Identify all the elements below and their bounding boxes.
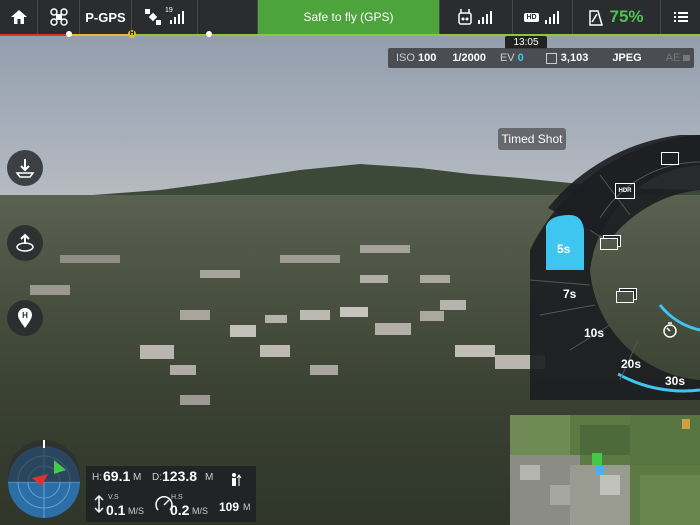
svg-text:H: H: [22, 311, 28, 320]
lock-icon: [683, 55, 691, 61]
vertical-speed-label: V.S: [108, 494, 119, 501]
altitude-value: 109: [219, 500, 240, 514]
horizontal-speed-unit: M/S: [192, 506, 209, 516]
hd-signal-bars-icon: [544, 11, 559, 24]
battery-percent: 75%: [609, 7, 644, 26]
drone-icon: [49, 8, 68, 26]
auto-takeoff-button[interactable]: [7, 150, 43, 186]
distance-label: D:: [152, 472, 162, 483]
ev-label: EV: [499, 52, 515, 64]
single-shot-icon[interactable]: [661, 152, 679, 165]
home-point-button[interactable]: H: [7, 300, 43, 336]
distance-unit: M: [205, 472, 214, 483]
battery-status[interactable]: 75%: [573, 0, 661, 34]
flight-status[interactable]: Safe to fly (GPS): [258, 0, 440, 34]
gps-status[interactable]: 19: [132, 0, 198, 34]
satellite-icon: [144, 9, 161, 25]
height-label: H:: [92, 472, 102, 483]
burst-icon[interactable]: [600, 238, 618, 250]
takeoff-icon: [15, 159, 35, 178]
timer-icon[interactable]: [662, 322, 678, 338]
ev-value: 0: [517, 52, 524, 64]
storage-icon: [545, 52, 557, 64]
person-altitude-icon: [232, 473, 242, 486]
rc-signal-bars-icon: [478, 11, 492, 24]
vertical-speed-unit: M/S: [128, 506, 145, 516]
iso-value: 100: [417, 52, 437, 64]
horizontal-speed-label: H.S: [171, 494, 183, 501]
interval-option[interactable]: 7s: [563, 287, 576, 301]
flight-mode[interactable]: P-GPS: [80, 0, 132, 34]
height-value: 69.1: [103, 468, 131, 484]
remote-controller-icon: [458, 9, 472, 25]
attitude-radar[interactable]: [4, 440, 84, 520]
vertical-speed-value: 0.1: [106, 502, 126, 518]
home-return-marker: H: [128, 30, 136, 38]
altitude-unit: M: [243, 502, 251, 512]
menu-button[interactable]: [661, 0, 700, 34]
photo-mode-dial[interactable]: [530, 130, 700, 400]
timeline-marker: [206, 31, 212, 37]
ae-lock[interactable]: AE: [666, 52, 681, 64]
timeline-marker: [66, 31, 72, 37]
distance-value: 123.8: [162, 468, 198, 484]
iso-label: ISO: [396, 52, 415, 64]
interval-option[interactable]: 5s: [557, 242, 570, 256]
remote-controller-signal[interactable]: [440, 0, 513, 34]
remaining-shots: 3,103: [560, 52, 589, 64]
aeb-icon[interactable]: [616, 291, 634, 303]
video-link-signal[interactable]: HD: [513, 0, 573, 34]
altitude-panel: 109 M: [216, 466, 256, 522]
image-format: JPEG: [612, 52, 642, 64]
minimap[interactable]: [510, 415, 700, 525]
spacer: [198, 0, 258, 34]
hd-label: HD: [524, 12, 539, 22]
hdr-icon[interactable]: HDR: [615, 183, 635, 199]
battery-icon: [589, 10, 604, 26]
home-icon: [10, 10, 27, 24]
return-home-button[interactable]: [7, 225, 43, 261]
return-home-icon: [16, 233, 34, 252]
aircraft-status-button[interactable]: [38, 0, 80, 34]
camera-settings-bar[interactable]: ISO 100 1/2000 EV 0 3,103 JPEG AE: [388, 48, 694, 68]
interval-option[interactable]: 30s: [665, 374, 685, 388]
top-status-bar: P-GPS 19 Safe to fly (GPS) HD 75%: [0, 0, 700, 34]
battery-timeline: [0, 34, 700, 36]
satellite-count: 19: [165, 7, 173, 14]
height-unit: M: [133, 472, 142, 483]
interval-option[interactable]: 20s: [621, 357, 641, 371]
home-point-icon: H: [18, 308, 32, 328]
home-button[interactable]: [0, 0, 38, 34]
list-menu-icon: [673, 12, 688, 22]
shutter-speed: 1/2000: [452, 52, 486, 64]
horizontal-speed-value: 0.2: [170, 502, 190, 518]
vertical-speed-icon: [94, 494, 104, 514]
interval-option[interactable]: 10s: [584, 326, 604, 340]
